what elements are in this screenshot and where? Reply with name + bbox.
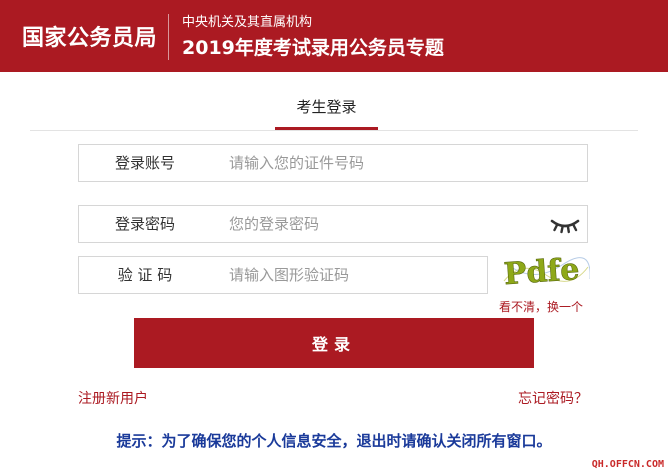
tab-active-indicator xyxy=(275,127,378,130)
password-field: 登录密码 xyxy=(78,205,588,243)
site-brand: 国家公务员局 xyxy=(22,26,158,51)
password-input[interactable] xyxy=(229,211,529,237)
account-input[interactable] xyxy=(229,150,529,176)
forgot-password-link[interactable]: 忘记密码？ xyxy=(518,388,588,408)
eye-closed-icon[interactable] xyxy=(549,215,581,235)
header-divider xyxy=(168,14,169,60)
account-label: 登录账号 xyxy=(114,154,175,172)
watermark-text: QH.OFFCN.COM xyxy=(591,459,664,470)
captcha-refresh-link[interactable]: 看不清，换一个 xyxy=(499,298,583,315)
captcha-label: 验 证 码 xyxy=(117,266,173,284)
account-field: 登录账号 xyxy=(78,144,588,182)
register-link[interactable]: 注册新用户 xyxy=(78,388,148,408)
header-subtitle-topic: 2019年度考试录用公务员专题 xyxy=(182,37,444,59)
captcha-glyph-1: Pdfe xyxy=(503,255,581,289)
security-tip: 提示：为了确保您的个人信息安全，退出时请确认关闭所有窗口。 xyxy=(116,432,552,450)
captcha-field: 验 证 码 xyxy=(78,256,488,294)
tab-divider-line xyxy=(30,130,638,131)
captcha-input[interactable] xyxy=(229,262,469,288)
captcha-image[interactable]: Pdfe xyxy=(502,255,590,289)
tab-candidate-login[interactable]: 考生登录 xyxy=(275,96,378,130)
header-subtitle-org: 中央机关及其直属机构 xyxy=(182,15,313,30)
login-button[interactable]: 登录 xyxy=(134,318,534,368)
password-label: 登录密码 xyxy=(114,215,175,233)
header-banner: 国家公务员局 中央机关及其直属机构 2019年度考试录用公务员专题 xyxy=(0,0,668,72)
